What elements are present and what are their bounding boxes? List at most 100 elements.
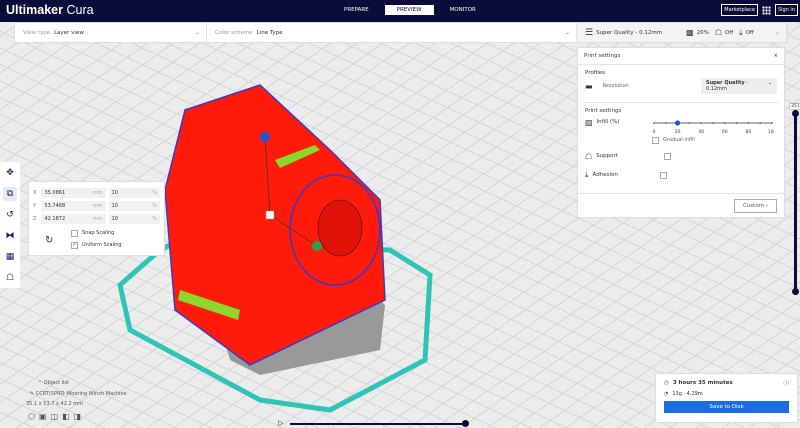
3d-view-icon[interactable]: ⬡ (28, 412, 35, 421)
slider-tick (724, 122, 726, 124)
slider-tick (735, 122, 738, 124)
scale-row-z: Z 42.1872 mm 10% (33, 212, 161, 225)
support-value: Off (725, 29, 734, 36)
infill-value: 20% (696, 29, 709, 36)
axis-label: Y (33, 202, 37, 209)
per-model-settings-icon[interactable]: ▦ (3, 250, 17, 264)
adhesion-label: Adhesion (592, 172, 618, 178)
left-view-icon[interactable]: ◧ (62, 412, 70, 421)
uniform-scaling-checkbox[interactable]: ✓ Uniform Scaling (71, 239, 160, 251)
support-icon: ☖ (714, 28, 723, 37)
sign-in-button[interactable]: Sign in (774, 4, 798, 16)
layer-slider-bottom-handle[interactable] (792, 288, 799, 295)
adhesion-checkbox[interactable] (659, 171, 667, 179)
snap-scaling-checkbox[interactable]: Snap Scaling (71, 227, 160, 239)
custom-button[interactable]: Custom › (733, 199, 777, 213)
color-scheme-value: Line Type (256, 29, 283, 36)
infill-label: Infill (%) (596, 119, 620, 125)
slider-tick (747, 122, 750, 124)
app-logo: Ultimaker Cura (6, 3, 94, 17)
axis-label: Z (33, 215, 37, 222)
pencil-icon[interactable]: ✎ (30, 391, 34, 397)
size-input-y[interactable]: 53.7468 mm (41, 200, 106, 211)
marketplace-button[interactable]: Marketplace (721, 4, 758, 16)
object-name: CCRT(SPRO_Mooring Winch Machine (35, 391, 127, 397)
scale-tool-icon[interactable]: ⧉ (3, 186, 17, 201)
percent-input-y[interactable]: 10% (108, 200, 161, 211)
right-view-icon[interactable]: ◨ (74, 412, 82, 421)
adhesion-icon: ⤓ (739, 27, 743, 37)
profiles-label: Profiles (585, 70, 605, 76)
support-icon: ☖ (585, 151, 593, 161)
slider-tick (759, 122, 761, 124)
support-label: Support (596, 153, 618, 159)
slider-tick-label: 0 (653, 129, 656, 135)
chevron-down-icon: ⌄ (774, 29, 780, 36)
adhesion-value: Off (745, 29, 754, 36)
apps-grid-icon[interactable] (761, 5, 771, 15)
percent-input-x[interactable]: 10% (108, 187, 161, 198)
profile-value: Super Quality - 0.12mm (596, 29, 663, 36)
resolution-icon: ▬ (585, 81, 593, 91)
slider-tick-label: 80 (746, 129, 752, 135)
chevron-down-icon: ⌄ (767, 80, 772, 86)
reset-scale-icon[interactable]: ↻ (45, 235, 53, 246)
scale-panel: X 35.0861 mm 10% Y 53.7468 mm 10% Z 42.187… (28, 181, 165, 256)
stage-monitor[interactable]: MONITOR (438, 5, 488, 15)
slider-tick (712, 122, 714, 124)
path-slider[interactable] (290, 420, 469, 427)
tool-sidebar: ✥ ⧉ ↺ ⧓ ▦ ☖ (0, 162, 20, 288)
size-input-z[interactable]: 42.1872 mm (41, 213, 106, 224)
layer-slider-top-handle[interactable] (792, 110, 799, 117)
layer-number-label[interactable]: 351 (789, 103, 800, 110)
header: Ultimaker Cura PREPARE PREVIEW MONITOR M… (0, 0, 800, 22)
chevron-down-icon: ⌄ (564, 29, 570, 36)
print-time: 3 hours 35 minutes (672, 380, 733, 386)
handle-center (265, 210, 275, 220)
top-view-icon[interactable]: ◫ (51, 412, 59, 421)
path-slider-handle[interactable] (462, 420, 469, 427)
move-tool-icon[interactable]: ✥ (3, 166, 17, 180)
print-setup-selector[interactable]: ☰ Super Quality - 0.12mm ▩ 20% ☖ Off ⤓ Off ⌄ (577, 23, 787, 42)
print-estimate-panel: ◷ 3 hours 35 minutes ⓘ ◔ 13g · 4.29m Save t… (655, 373, 798, 423)
view-toolbar: View type Layer view ⌄ Color scheme Line… (14, 22, 788, 43)
print-settings-panel: Print settings × Profiles ▬ Resolution Su… (577, 47, 785, 218)
support-checkbox[interactable] (663, 152, 671, 160)
view-type-dropdown[interactable]: View type Layer view ⌄ (15, 23, 207, 42)
save-to-disk-button[interactable]: Save to Disk (664, 401, 789, 413)
support-blocker-icon[interactable]: ☖ (3, 271, 17, 285)
stage-preview[interactable]: PREVIEW (384, 5, 434, 15)
resolution-label: Resolution (602, 83, 629, 89)
percent-input-z[interactable]: 10% (108, 213, 161, 224)
rotate-tool-icon[interactable]: ↺ (3, 208, 17, 222)
material-estimate: 13g · 4.29m (672, 391, 703, 397)
axis-label: X (33, 189, 37, 196)
object-dimensions: 35.1 x 53.7 x 42.2 mm (26, 401, 84, 407)
handle-z (260, 132, 270, 142)
sliders-icon: ☰ (585, 27, 594, 38)
view-type-label: View type (23, 29, 51, 36)
object-list-toggle[interactable]: ⌃ Object list (38, 380, 127, 386)
stage-prepare[interactable]: PREPARE (332, 5, 381, 15)
infill-icon: ▩ (686, 28, 694, 37)
infill-slider[interactable]: 0 20 40 60 80 100 (652, 117, 774, 137)
adhesion-icon: ⤓ (585, 170, 589, 179)
color-scheme-label: Color scheme (215, 29, 253, 36)
info-icon[interactable]: ⓘ (783, 379, 789, 387)
mirror-tool-icon[interactable]: ⧓ (3, 229, 17, 243)
color-scheme-dropdown[interactable]: Color scheme Line Type ⌄ (207, 23, 577, 42)
infill-slider-handle (675, 120, 681, 126)
slider-tick-label: 40 (698, 129, 704, 135)
front-view-icon[interactable]: ▣ (39, 412, 47, 421)
size-input-x[interactable]: 35.0861 mm (41, 187, 106, 198)
play-icon[interactable]: ▷ (278, 419, 283, 427)
clock-icon: ◷ (664, 380, 669, 386)
slider-tick (665, 122, 667, 124)
chevron-down-icon: ⌄ (194, 29, 200, 36)
close-icon[interactable]: × (773, 53, 778, 59)
resolution-dropdown[interactable]: Super Quality - 0.12mm ⌄ (701, 78, 777, 94)
slider-tick-label: 100 (768, 129, 774, 135)
object-info: ⌃ Object list ✎ CCRT(SPRO_Mooring Winch … (26, 380, 127, 421)
slider-tick-label: 20 (675, 129, 681, 135)
layer-slider[interactable] (792, 110, 799, 295)
